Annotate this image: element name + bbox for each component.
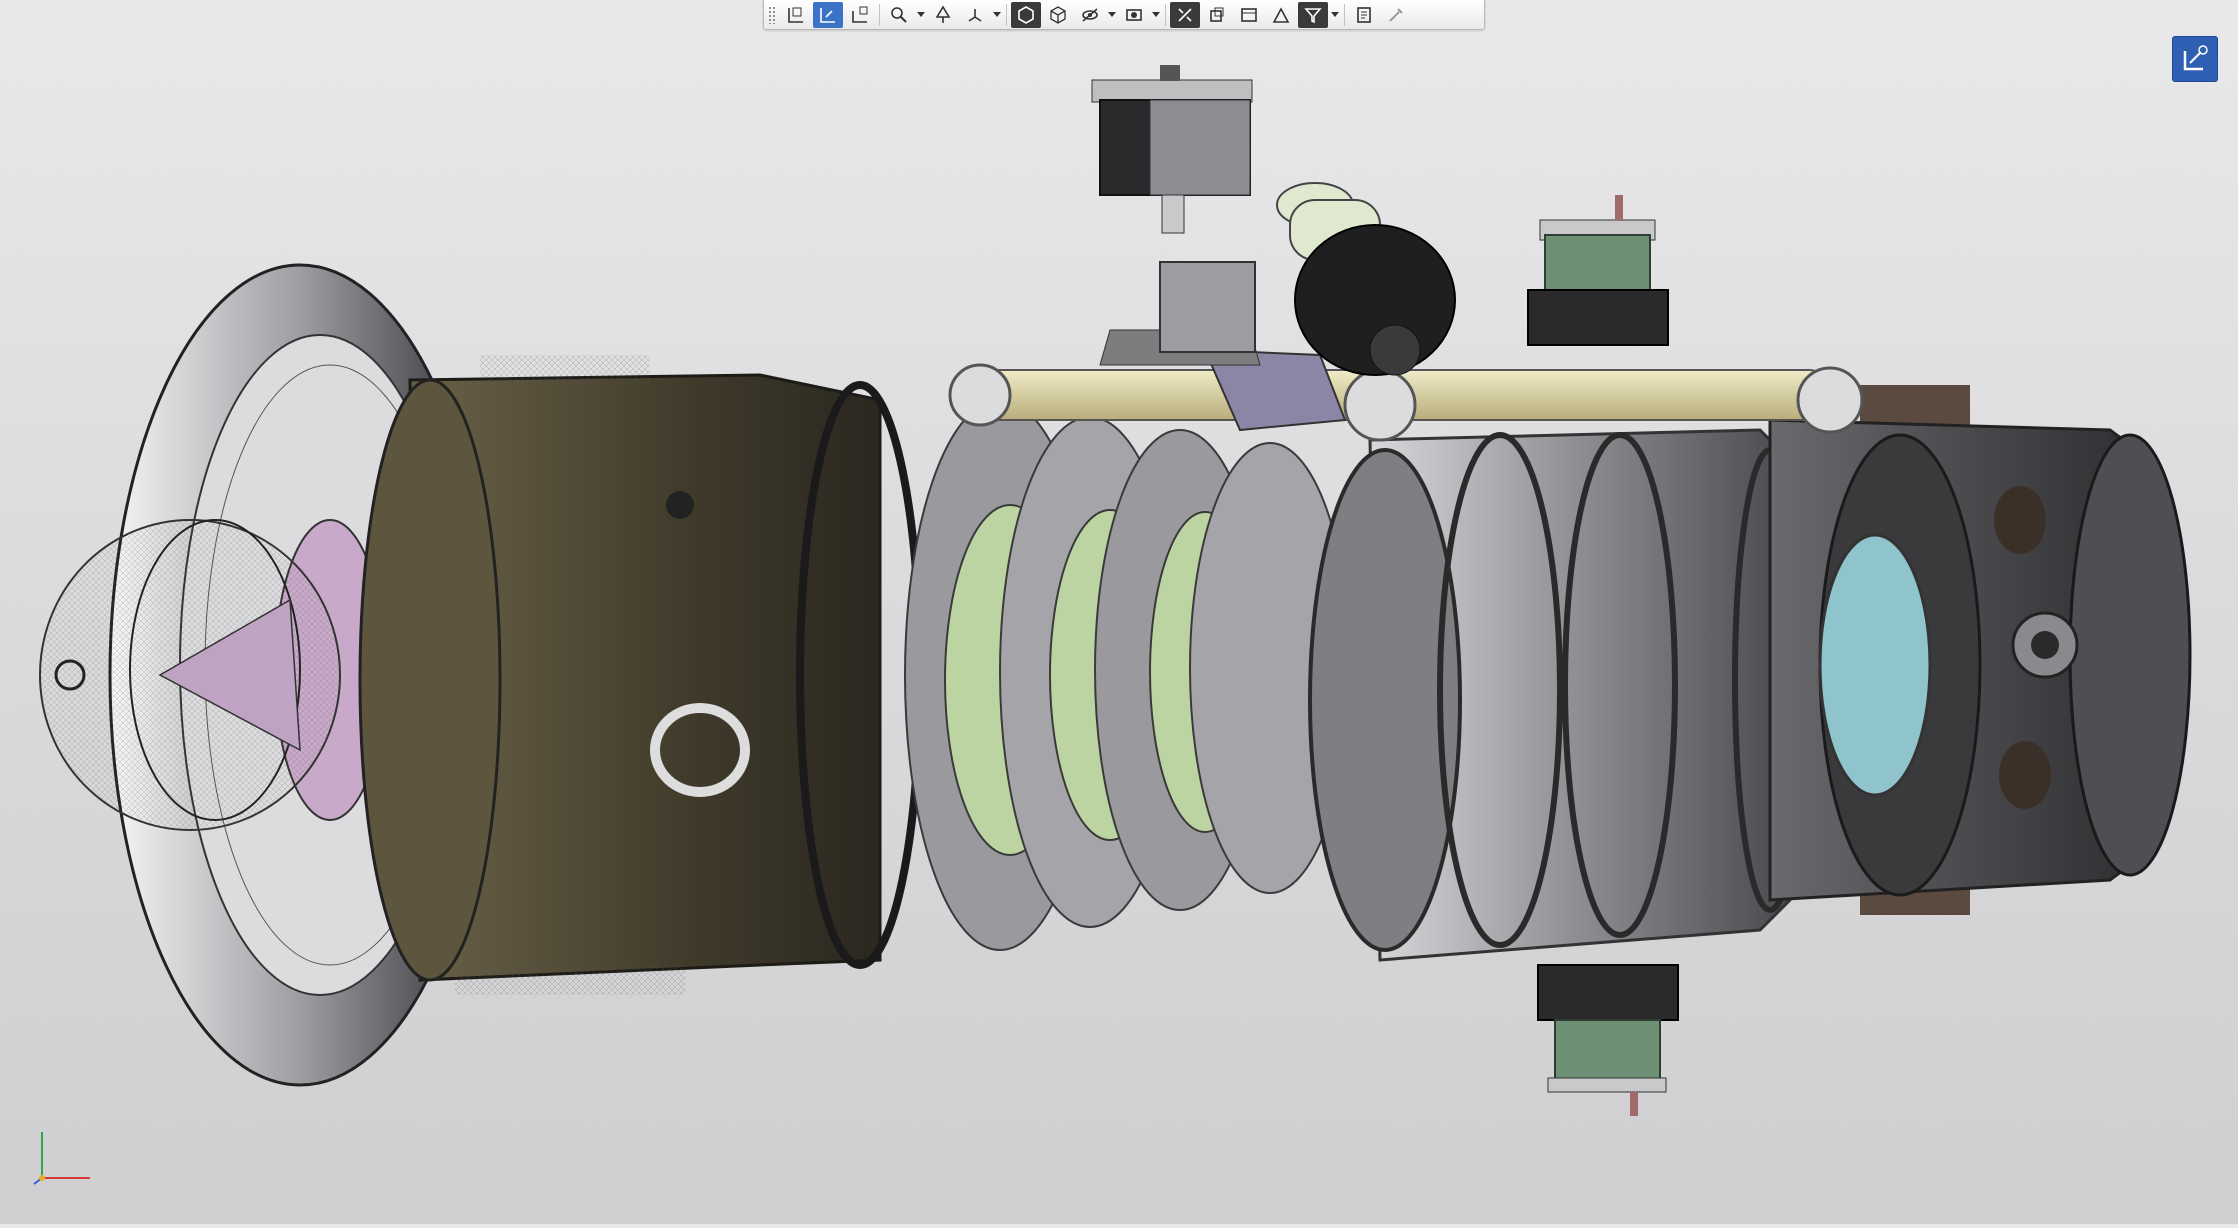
- chevron-down-icon[interactable]: [1150, 2, 1162, 28]
- display-style-icon[interactable]: [1011, 1, 1041, 28]
- exhaust-section: [1768, 385, 2192, 915]
- edit-appearance-icon[interactable]: [1075, 2, 1105, 28]
- display-pane-icon[interactable]: [1266, 2, 1296, 28]
- previous-view-icon[interactable]: [845, 2, 875, 28]
- toolbar-grip[interactable]: [768, 5, 776, 24]
- document-properties-icon[interactable]: [1349, 2, 1379, 28]
- lower-green-module: [1537, 964, 1679, 1116]
- color-picker-icon[interactable]: [1381, 2, 1411, 28]
- apply-scene-icon[interactable]: [1119, 2, 1149, 28]
- hide-show-items-icon[interactable]: [1043, 2, 1073, 28]
- chevron-down-icon[interactable]: [991, 2, 1003, 28]
- view-orientation-icon: [2183, 45, 2208, 71]
- stepper-motor: [1091, 65, 1253, 234]
- coordinate-triad: [30, 1120, 100, 1190]
- section-view-icon[interactable]: [884, 2, 914, 28]
- chevron-down-icon[interactable]: [1329, 2, 1341, 28]
- view-cube-button[interactable]: [2172, 36, 2218, 82]
- zoom-to-fit-icon[interactable]: [781, 2, 811, 28]
- engine-model[interactable]: [0, 0, 2238, 1224]
- turbine-casing: [1308, 428, 1808, 962]
- window-icon[interactable]: [1234, 2, 1264, 28]
- graphics-viewport[interactable]: [0, 0, 2238, 1224]
- view-orientation-icon[interactable]: [960, 2, 990, 28]
- explode-view-icon[interactable]: [1202, 2, 1232, 28]
- chevron-down-icon[interactable]: [1106, 2, 1118, 28]
- dynamic-annotation-views-icon[interactable]: [928, 2, 958, 28]
- view-settings-icon[interactable]: [1170, 1, 1200, 28]
- actuator-unit: [1276, 182, 1456, 376]
- heads-up-view-toolbar: [763, 0, 1485, 30]
- filter-icon[interactable]: [1298, 1, 1328, 28]
- zoom-to-area-icon[interactable]: [813, 1, 843, 28]
- nose-cone: [39, 519, 386, 831]
- upper-green-module: [1527, 195, 1669, 346]
- front-casing: [358, 355, 924, 995]
- chevron-down-icon[interactable]: [915, 2, 927, 28]
